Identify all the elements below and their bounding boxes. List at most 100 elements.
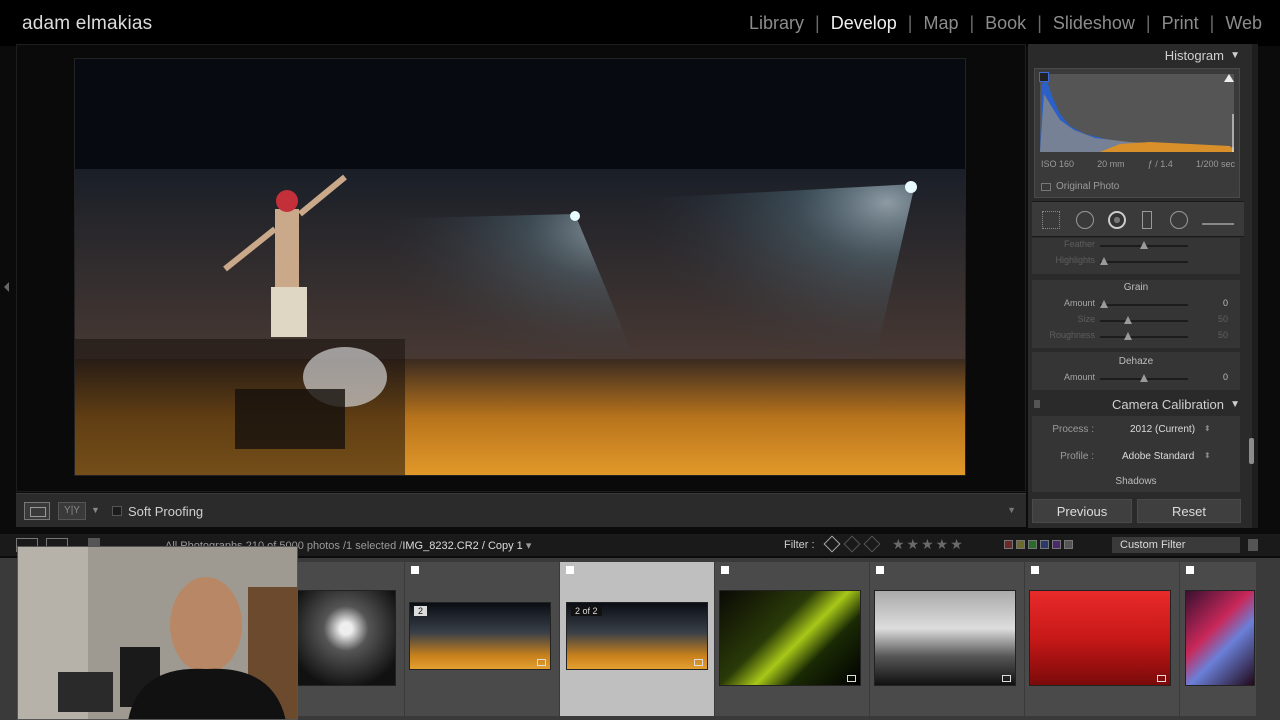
profile-row[interactable]: Profile : Adobe Standard ⬍	[1032, 451, 1240, 467]
filmstrip-thumbnail[interactable]: 2	[409, 602, 551, 670]
blue-label-icon[interactable]	[1040, 540, 1049, 549]
filmstrip-thumbnail[interactable]	[874, 590, 1016, 686]
module-develop[interactable]: Develop	[831, 13, 897, 34]
left-panel-toggle-icon[interactable]	[4, 282, 9, 292]
profile-label: Profile :	[1060, 451, 1094, 462]
edited-badge-icon	[1002, 675, 1011, 682]
flag-icon	[411, 566, 419, 574]
path-dropdown-icon[interactable]: ▾	[526, 540, 532, 552]
highlights-label: Highlights	[1055, 255, 1095, 265]
shadow-clipping-icon[interactable]	[1039, 72, 1049, 82]
highlights-slider[interactable]: Highlights	[1032, 255, 1240, 269]
module-book[interactable]: Book	[985, 13, 1026, 34]
scrollbar-thumb[interactable]	[1249, 438, 1254, 464]
slider-thumb[interactable]	[1140, 241, 1148, 249]
unflagged-filter-icon[interactable]	[843, 535, 861, 553]
roughness-value: 50	[1217, 330, 1228, 340]
flag-filter-icon[interactable]	[823, 535, 841, 553]
develop-right-panel: Histogram ▼ ISO 160 20 mm ƒ / 1.4 1/200 …	[1028, 44, 1252, 528]
filmstrip-thumbnail[interactable]	[719, 590, 861, 686]
filmstrip-thumbnail[interactable]	[1185, 590, 1255, 686]
purple-label-icon[interactable]	[1052, 540, 1061, 549]
filmstrip-cell[interactable]	[1180, 562, 1256, 716]
star-rating-filter[interactable]: ★★★★★	[892, 536, 965, 553]
module-divider: |	[1037, 13, 1042, 33]
module-web[interactable]: Web	[1225, 13, 1262, 34]
filmstrip-thumbnail[interactable]	[1029, 590, 1171, 686]
soft-proofing-checkbox[interactable]	[112, 506, 122, 516]
module-divider: |	[1209, 13, 1215, 33]
highlight-clipping-icon[interactable]	[1224, 74, 1234, 82]
filename: IMG_8232.CR2	[402, 540, 479, 552]
panel-switch-icon[interactable]	[1034, 400, 1040, 408]
feather-slider[interactable]: Feather	[1032, 239, 1240, 253]
grain-roughness-slider[interactable]: Roughness 50	[1032, 330, 1240, 344]
filter-label: Filter :	[784, 539, 815, 551]
slider-thumb[interactable]	[1100, 300, 1108, 308]
camera-calibration-header[interactable]: Camera Calibration ▼	[1028, 394, 1252, 416]
adjustment-brush-icon[interactable]	[1202, 215, 1234, 225]
radial-filter-icon[interactable]	[1170, 211, 1188, 229]
filmstrip-thumbnail[interactable]: 2 of 2	[566, 602, 708, 670]
module-divider: |	[907, 13, 913, 33]
filmstrip-cell[interactable]	[1025, 562, 1179, 716]
loupe-view-button[interactable]	[24, 502, 50, 520]
edited-badge-icon	[694, 659, 703, 666]
module-slideshow[interactable]: Slideshow	[1053, 13, 1135, 34]
grain-size-slider[interactable]: Size 50	[1032, 314, 1240, 328]
module-print[interactable]: Print	[1162, 13, 1199, 34]
dehaze-amount-slider[interactable]: Amount 0	[1032, 372, 1240, 386]
dehaze-amount-label: Amount	[1063, 372, 1095, 382]
filmstrip-cell-selected[interactable]: 2 of 2	[560, 562, 714, 716]
main-photo[interactable]	[74, 58, 966, 476]
histogram-header[interactable]: Histogram ▼	[1028, 45, 1252, 67]
filmstrip-thumbnail[interactable]	[296, 590, 396, 686]
collapse-triangle-icon[interactable]: ▼	[1230, 45, 1240, 67]
aperture-value: ƒ / 1.4	[1147, 159, 1173, 169]
filmstrip-cell[interactable]	[715, 562, 869, 716]
shadows-title: Shadows	[1115, 476, 1157, 487]
slider-thumb[interactable]	[1140, 374, 1148, 382]
module-divider: |	[815, 13, 820, 33]
original-photo-label: Original Photo	[1056, 181, 1120, 192]
updown-icon: ⬍	[1204, 451, 1211, 460]
original-photo-checkbox[interactable]	[1041, 183, 1051, 191]
filter-lock-icon[interactable]	[1248, 539, 1258, 551]
toolbar-content-menu-icon[interactable]: ▼	[1007, 505, 1016, 515]
rejected-filter-icon[interactable]	[863, 535, 881, 553]
profile-value[interactable]: Adobe Standard	[1122, 451, 1194, 462]
filmstrip-cell[interactable]	[870, 562, 1024, 716]
process-value[interactable]: 2012 (Current)	[1130, 424, 1195, 435]
module-library[interactable]: Library	[749, 13, 804, 34]
color-label-filter[interactable]	[1004, 540, 1073, 549]
green-label-icon[interactable]	[1028, 540, 1037, 549]
webcam-overlay	[17, 546, 298, 720]
flag-icon	[1186, 566, 1194, 574]
filmstrip-cell[interactable]: 2	[405, 562, 559, 716]
custom-filter-dropdown[interactable]: Custom Filter	[1112, 537, 1240, 553]
histogram[interactable]: ISO 160 20 mm ƒ / 1.4 1/200 sec Original…	[1034, 68, 1240, 198]
red-eye-icon[interactable]	[1108, 211, 1126, 229]
process-row[interactable]: Process : 2012 (Current) ⬍	[1032, 424, 1240, 440]
yellow-label-icon[interactable]	[1016, 540, 1025, 549]
grain-amount-slider[interactable]: Amount 0	[1032, 298, 1240, 312]
slider-thumb[interactable]	[1100, 257, 1108, 265]
before-after-dropdown-icon[interactable]: ▼	[91, 505, 100, 515]
previous-button[interactable]: Previous	[1032, 499, 1132, 523]
collapse-triangle-icon[interactable]: ▼	[1230, 394, 1240, 416]
module-map[interactable]: Map	[923, 13, 958, 34]
crop-tool-icon[interactable]	[1042, 211, 1060, 229]
slider-track	[1100, 304, 1188, 306]
slider-thumb[interactable]	[1124, 316, 1132, 324]
histogram-graph	[1040, 78, 1234, 152]
spot-removal-icon[interactable]	[1076, 211, 1094, 229]
red-label-icon[interactable]	[1004, 540, 1013, 549]
graduated-filter-icon[interactable]	[1142, 211, 1152, 229]
other-label-icon[interactable]	[1064, 540, 1073, 549]
dehaze-section: Dehaze Amount 0	[1032, 352, 1240, 390]
updown-icon: ⬍	[1204, 424, 1211, 433]
slider-thumb[interactable]	[1124, 332, 1132, 340]
reset-button[interactable]: Reset	[1137, 499, 1241, 523]
before-after-button[interactable]: Y|Y	[58, 502, 86, 520]
flag-icon	[721, 566, 729, 574]
